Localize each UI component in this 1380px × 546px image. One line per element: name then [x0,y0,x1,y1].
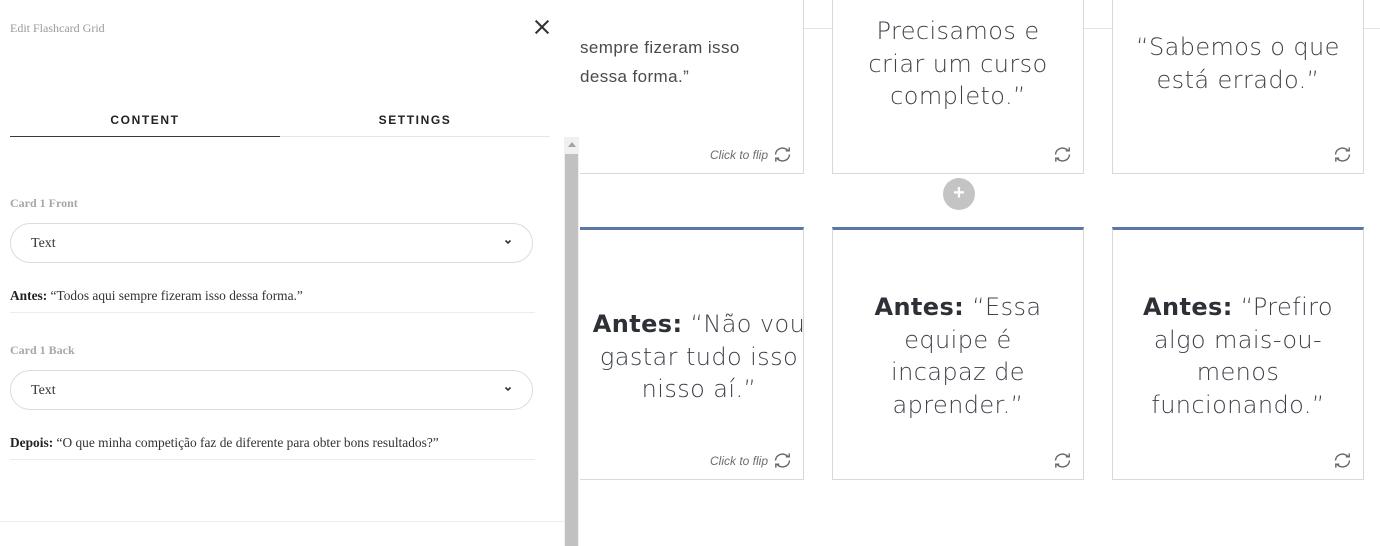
card1-back-type-select[interactable]: Text [10,370,533,410]
active-tab-indicator [10,136,280,137]
flip-button[interactable] [1332,452,1353,469]
refresh-icon [1334,147,1351,162]
click-to-flip[interactable]: Click to flip [710,146,793,163]
chevron-down-icon [502,382,514,396]
panel-scrollbar[interactable] [564,137,579,546]
chevron-down-icon [502,235,514,249]
card1-front-label: Card 1 Front [10,196,78,210]
refresh-icon [774,147,791,162]
scroll-thumb[interactable] [565,154,578,546]
flashcard-5[interactable]: Antes: “Essa equipe é incapaz de aprender.” [832,227,1084,480]
flashcard-text: Antes: “Essa equipe é incapaz de aprender.” [874,293,1042,419]
card1-front-type-select[interactable]: Text [10,223,533,263]
refresh-icon [1054,453,1071,468]
flashcard-6[interactable]: Antes: “Prefiro algo mais-ou-menos funcion… [1112,227,1364,480]
flashcard-2[interactable]: Precisamos e criar um curso completo.” [832,0,1084,174]
flashcard-text: “Sabemos o que está errado.” [1136,33,1340,94]
tab-content[interactable]: CONTENT [10,113,280,127]
scroll-up-arrow-icon[interactable] [568,142,576,147]
card1-back-text[interactable]: Depois: “O que minha competição faz de d… [10,435,535,460]
flashcard-text: Precisamos e criar um curso completo.” [868,17,1048,110]
flip-button[interactable] [1052,146,1073,163]
refresh-icon [1334,453,1351,468]
flashcard-text: sempre fizeram isso dessa forma.” [580,38,740,86]
card1-back-label: Card 1 Back [10,343,75,357]
panel-divider [0,521,564,522]
add-card-button[interactable]: + [943,178,975,210]
select-value: Text [31,236,56,251]
card1-front-text[interactable]: Antes: “Todos aqui sempre fizeram isso d… [10,288,535,313]
tab-settings[interactable]: SETTINGS [280,113,550,127]
flashcard-3[interactable]: “Sabemos o que está errado.” [1112,0,1364,174]
flip-button[interactable] [1052,452,1073,469]
flashcard-text: Antes: “Prefiro algo mais-ou-menos funcion… [1143,293,1333,419]
refresh-icon [1054,147,1071,162]
flip-button[interactable] [1332,146,1353,163]
refresh-icon [774,453,791,468]
select-value: Text [31,383,56,398]
edit-panel: Edit Flashcard Grid CONTENT SETTINGS Car… [0,0,580,546]
close-icon[interactable] [534,19,550,35]
click-to-flip[interactable]: Click to flip [710,452,793,469]
panel-title: Edit Flashcard Grid [10,21,105,35]
flashcard-text: Antes: “Não vou gastar tudo isso nisso aí.… [592,310,804,403]
